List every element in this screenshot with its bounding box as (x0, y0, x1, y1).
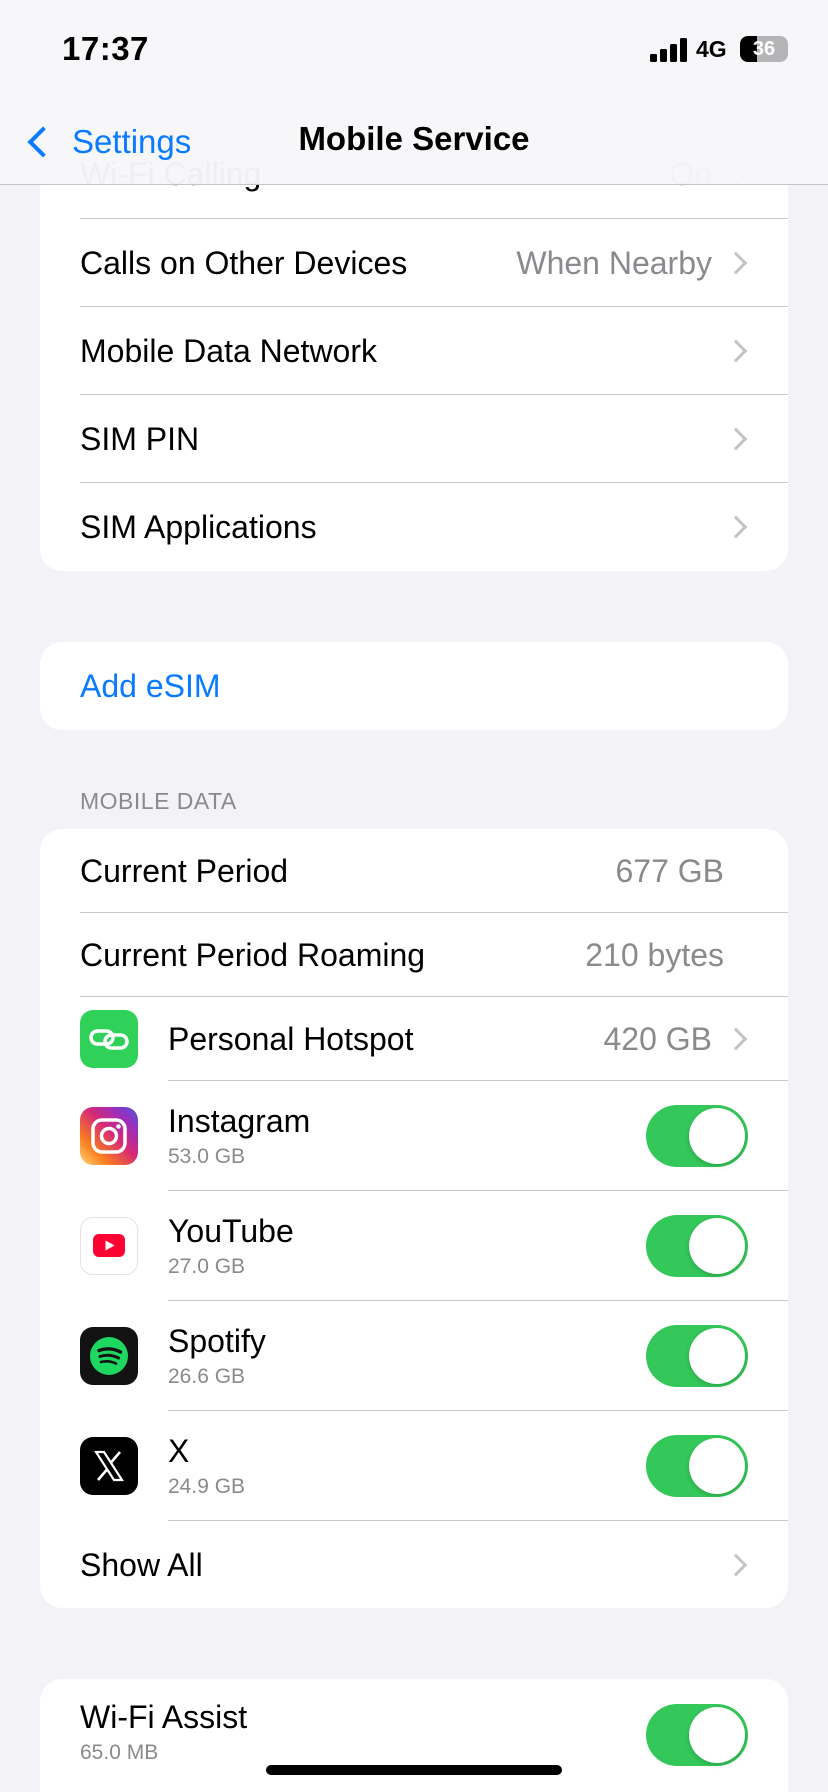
app-usage: 53.0 GB (168, 1145, 246, 1168)
row-value: 210 bytes (585, 937, 724, 973)
row-label: Mobile Data Network (80, 333, 377, 369)
show-all-button[interactable]: Show All (40, 1521, 788, 1608)
app-name: Instagram (168, 1103, 311, 1139)
row-current-period: Current Period 677 GB (40, 829, 788, 913)
chevron-right-icon (724, 251, 748, 275)
row-calls-on-other-devices[interactable]: Calls on Other Devices When Nearby (40, 219, 788, 307)
spotify-data-toggle[interactable] (646, 1325, 748, 1387)
row-wifi-assist: Wi-Fi Assist 65.0 MB (40, 1679, 788, 1792)
row-personal-hotspot[interactable]: Personal Hotspot 420 GB (40, 997, 788, 1081)
instagram-icon (80, 1107, 138, 1165)
x-data-toggle[interactable] (646, 1435, 748, 1497)
mobile-data-group: Current Period 677 GB Current Period Roa… (40, 829, 788, 1608)
status-bar: 17:37 4G 36 (0, 0, 828, 100)
row-value: When Nearby (516, 245, 712, 281)
row-sim-pin[interactable]: SIM PIN (40, 395, 788, 483)
hotspot-icon (80, 1010, 138, 1068)
chevron-right-icon (724, 1553, 748, 1577)
section-header-mobile-data: MOBILE DATA (80, 788, 237, 814)
row-label: SIM Applications (80, 509, 317, 545)
wifi-assist-group: Wi-Fi Assist 65.0 MB (40, 1679, 788, 1792)
chevron-right-icon (724, 427, 748, 451)
add-esim-label: Add eSIM (80, 668, 221, 704)
row-value: 677 GB (615, 853, 724, 889)
app-row-instagram: Instagram 53.0 GB (40, 1081, 788, 1191)
app-row-spotify: Spotify 26.6 GB (40, 1301, 788, 1411)
instagram-data-toggle[interactable] (646, 1105, 748, 1167)
home-indicator (266, 1765, 562, 1775)
battery-percent: 36 (752, 38, 776, 60)
add-esim-group: Add eSIM (40, 642, 788, 730)
app-usage: 27.0 GB (168, 1255, 246, 1278)
status-time: 17:37 (62, 30, 149, 67)
app-row-youtube: YouTube 27.0 GB (40, 1191, 788, 1301)
row-label: SIM PIN (80, 421, 200, 457)
cellular-signal-icon (650, 38, 688, 62)
chevron-right-icon (724, 339, 748, 363)
row-label: Personal Hotspot (168, 1021, 414, 1057)
row-sim-applications[interactable]: SIM Applications (40, 483, 788, 571)
spotify-icon (80, 1327, 138, 1385)
x-icon (80, 1437, 138, 1495)
app-usage: 24.9 GB (168, 1475, 246, 1498)
row-value: 420 GB (603, 1021, 712, 1057)
app-name: YouTube (168, 1213, 294, 1249)
app-usage: 26.6 GB (168, 1365, 246, 1388)
navigation-bar: Settings Mobile Service (0, 100, 828, 185)
add-esim-button[interactable]: Add eSIM (40, 642, 788, 730)
row-mobile-data-network[interactable]: Mobile Data Network (40, 307, 788, 395)
wifi-assist-toggle[interactable] (646, 1704, 748, 1766)
row-label: Wi-Fi Assist (80, 1699, 248, 1735)
youtube-icon (80, 1217, 138, 1275)
row-label: Current Period (80, 853, 289, 889)
page-title: Mobile Service (298, 120, 530, 157)
row-current-period-roaming: Current Period Roaming 210 bytes (40, 913, 788, 997)
chevron-right-icon (724, 1027, 748, 1051)
calling-settings-group: Wi-Fi Calling On Calls on Other Devices … (40, 130, 788, 571)
row-label: Calls on Other Devices (80, 245, 408, 281)
network-type: 4G (696, 36, 727, 62)
chevron-right-icon (724, 515, 748, 539)
wifi-assist-usage: 65.0 MB (80, 1741, 159, 1764)
battery-icon: 36 (740, 36, 788, 62)
app-row-x: X 24.9 GB (40, 1411, 788, 1521)
app-name: X (168, 1433, 190, 1469)
row-label: Show All (80, 1547, 203, 1583)
row-label: Current Period Roaming (80, 937, 426, 973)
app-name: Spotify (168, 1323, 266, 1359)
youtube-data-toggle[interactable] (646, 1215, 748, 1277)
